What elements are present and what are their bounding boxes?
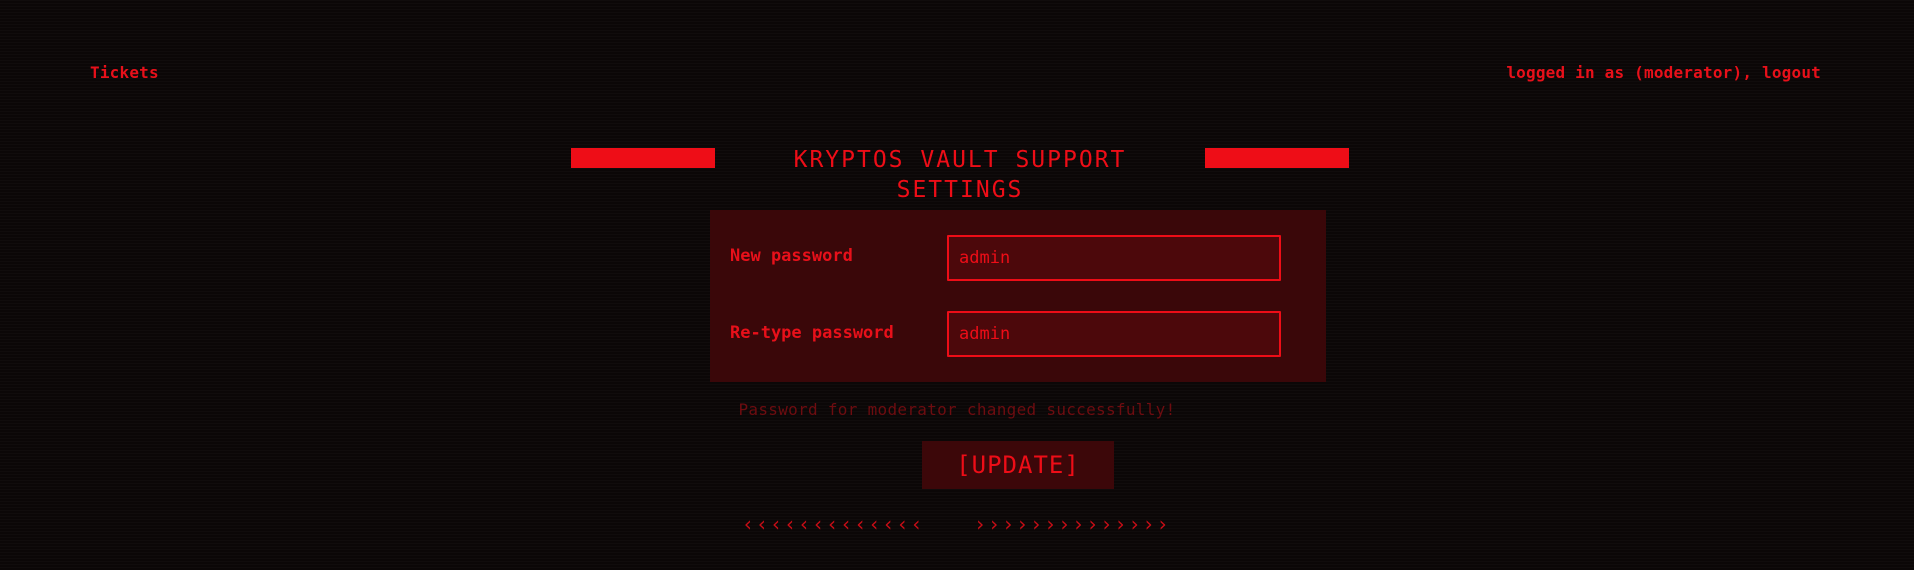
new-password-input[interactable] — [947, 235, 1281, 281]
update-button[interactable]: [UPDATE] — [922, 441, 1114, 489]
pager-previous-chevrons-icon[interactable]: ‹‹‹‹‹‹‹‹‹‹‹‹‹ — [742, 510, 925, 538]
pager-next-chevrons-icon[interactable]: ›››››››››››››› — [974, 510, 1171, 538]
title-decoration-right — [1205, 148, 1349, 168]
page-title-row: KRYPTOS VAULT SUPPORT SETTINGS — [0, 145, 1914, 203]
retype-password-input[interactable] — [947, 311, 1281, 357]
title-decoration-left — [571, 148, 715, 168]
new-password-label: New password — [730, 246, 853, 266]
page-title: KRYPTOS VAULT SUPPORT SETTINGS — [793, 147, 1127, 203]
status-message: Password for moderator changed successfu… — [738, 400, 1176, 419]
retype-password-label: Re-type password — [730, 323, 894, 343]
nav-tickets-link[interactable]: Tickets — [90, 63, 159, 82]
user-status-logout-link[interactable]: logged in as (moderator), logout — [1506, 63, 1821, 82]
password-form-panel: New password Re-type password — [710, 210, 1326, 382]
